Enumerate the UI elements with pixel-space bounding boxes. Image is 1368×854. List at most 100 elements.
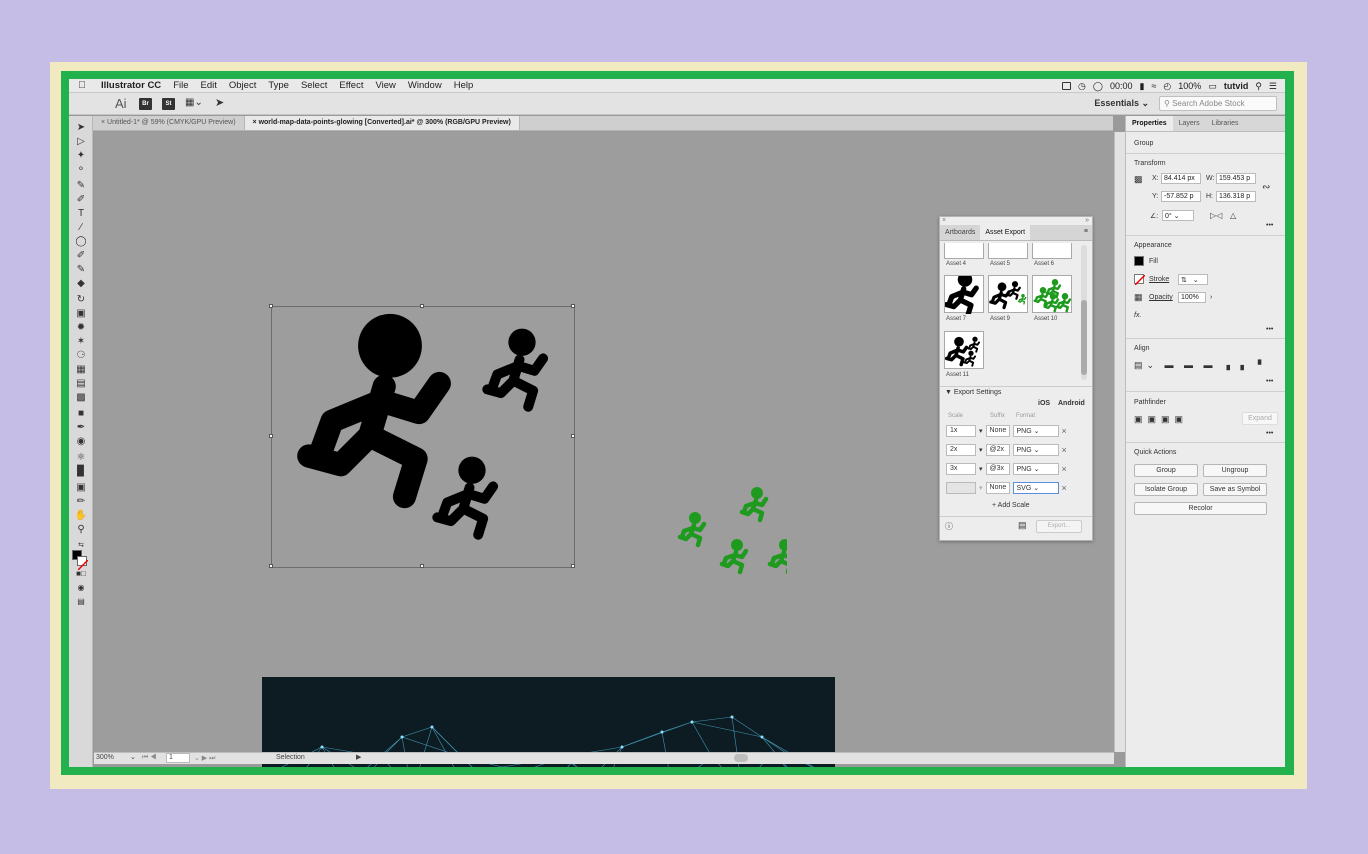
search-stock-field[interactable]: ⚲ Search Adobe Stock [1159,96,1277,111]
remove-row-icon[interactable]: × [1062,445,1067,455]
notification-icon[interactable]: ☰ [1269,81,1277,92]
workspace-switcher[interactable]: Essentials ⌄ [1094,98,1149,109]
remove-row-icon[interactable]: × [1062,464,1067,474]
canvas[interactable]: × » Artboards Asset Export ≡ Asset 4 Ass… [94,132,1114,767]
ellipse-tool-icon[interactable]: ◯ [73,236,89,248]
panel-close-icon[interactable]: × [942,217,946,224]
tab-artboards[interactable]: Artboards [940,225,980,240]
scale-field[interactable]: 3x [946,463,976,475]
menu-window[interactable]: Window [402,80,448,91]
bridge-icon[interactable]: Br [139,98,152,110]
rotate-tool-icon[interactable]: ↻ [73,294,89,306]
battery-icon[interactable]: ▭ [1208,81,1217,92]
next-artboard-icon[interactable]: ⌄ ▶ ⏭ [194,754,215,763]
pathfinder-buttons-icon[interactable]: ▣▣▣▣ [1134,414,1188,425]
scale-field[interactable]: 1x [946,425,976,437]
apple-icon[interactable]:  [69,80,95,91]
flip-vertical-icon[interactable]: △ [1230,211,1236,220]
vertical-scrollbar[interactable] [1114,132,1125,752]
save-as-symbol-button[interactable]: Save as Symbol [1203,483,1267,496]
export-button[interactable]: Export... [1036,520,1082,533]
clock-icon[interactable]: ◷ [1078,81,1086,92]
asset-scrollbar-thumb[interactable] [1081,300,1087,375]
mesh-tool-icon[interactable]: ▩ [73,392,89,404]
suffix-field[interactable]: None [985,482,1010,494]
tab-layers[interactable]: Layers [1173,116,1206,131]
column-graph-tool-icon[interactable]: ▉ [73,466,89,478]
remove-row-icon[interactable]: × [1062,483,1067,493]
tab-world-map[interactable]: × world-map-data-points-glowing [Convert… [244,116,520,130]
scale-dropdown-icon[interactable]: ▾ [979,484,983,492]
tab-untitled[interactable]: × Untitled-1* @ 59% (CMYK/GPU Preview) [93,116,245,130]
artboard-number[interactable]: 1 [166,753,190,763]
stock-icon[interactable]: St [162,98,175,110]
format-select[interactable]: PNG ⌄ [1012,463,1059,475]
asset-thumb-6[interactable] [1032,243,1072,259]
android-preset[interactable]: Android [1058,400,1085,407]
flip-horizontal-icon[interactable]: ▷◁ [1210,211,1222,220]
menu-type[interactable]: Type [262,80,295,91]
curvature-tool-icon[interactable]: ✐ [73,194,89,206]
gpu-rocket-icon[interactable]: ➤ [215,96,224,109]
slice-tool-icon[interactable]: ✏ [73,496,89,508]
suffix-field[interactable]: @3x [985,463,1010,475]
more-options-icon[interactable]: ••• [1266,222,1273,229]
align-buttons-icon[interactable]: ▤⌄ ▬ ▬ ▬ ▗ ▖ ▘ [1134,360,1269,371]
asset-thumb-5[interactable] [988,243,1028,259]
stroke-label[interactable]: Stroke [1149,276,1169,283]
export-for-screens-icon[interactable]: ▤ [1018,520,1027,531]
hand-tool-icon[interactable]: ✋ [73,510,89,522]
opacity-label[interactable]: Opacity [1149,294,1173,301]
remove-row-icon[interactable]: × [1062,426,1067,436]
asset-scrollbar[interactable] [1081,245,1087,380]
opacity-field[interactable]: 100% [1178,292,1206,303]
ungroup-button[interactable]: Ungroup [1203,464,1267,477]
live-paint-tool-icon[interactable]: ▦ [73,364,89,376]
magic-wand-tool-icon[interactable]: ✦ [73,150,89,162]
menu-app[interactable]: Illustrator CC [95,80,167,91]
lasso-tool-icon[interactable]: ⚬ [73,164,89,176]
tab-libraries[interactable]: Libraries [1206,116,1245,131]
asset-thumb-7[interactable] [944,275,984,313]
asset-thumb-4[interactable] [944,243,984,259]
horizontal-scrollbar-thumb[interactable] [734,754,748,762]
panel-menu-icon[interactable]: ≡ [1080,225,1092,240]
menu-file[interactable]: File [167,80,194,91]
info-icon[interactable]: ⓘ [945,521,953,532]
menu-effect[interactable]: Effect [333,80,369,91]
more-options-icon[interactable]: ••• [1266,430,1273,437]
type-tool-icon[interactable]: T [73,208,89,220]
zoom-level[interactable]: 300% [96,754,114,761]
wifi-icon[interactable]: ≈ [1151,81,1156,91]
arrange-documents-icon[interactable]: ▦⌄ [185,97,203,108]
w-field[interactable]: 159.453 p [1216,173,1256,184]
fill-color-swatch[interactable] [1134,256,1144,266]
line-tool-icon[interactable]: ∕ [73,222,89,234]
status-menu-icon[interactable]: ▶ [356,753,361,761]
format-select[interactable]: PNG ⌄ [1012,444,1059,456]
stroke-swatch[interactable] [77,556,89,571]
angle-field[interactable]: 0° ⌄ [1162,210,1194,221]
scale-tool-icon[interactable]: ▣ [73,308,89,320]
draw-mode-icon[interactable]: ◉ [73,582,89,594]
warp-tool-icon[interactable]: ✹ [73,322,89,334]
color-mode-icons[interactable]: ■□ [73,568,89,580]
menu-object[interactable]: Object [223,80,262,91]
opacity-arrow-icon[interactable]: › [1210,294,1212,301]
scale-dropdown-icon[interactable]: ▾ [979,427,983,435]
gradient-tool-icon[interactable]: ■ [73,408,89,420]
x-field[interactable]: 84.414 px [1161,173,1201,184]
group-button[interactable]: Group [1134,464,1198,477]
screen-icon[interactable] [1062,82,1072,90]
h-field[interactable]: 136.318 p [1216,191,1256,202]
eyedropper-tool-icon[interactable]: ✒ [73,422,89,434]
asset-thumb-10[interactable] [1032,275,1072,313]
suffix-field[interactable]: @2x [985,444,1010,456]
more-options-icon[interactable]: ••• [1266,378,1273,385]
tab-properties[interactable]: Properties [1126,116,1173,131]
menu-help[interactable]: Help [448,80,480,91]
asset-thumb-11[interactable] [944,331,984,369]
selection-tool-icon[interactable]: ➤ [73,122,89,134]
zoom-dropdown-icon[interactable]: ⌄ [130,753,136,761]
artboard-tool-icon[interactable]: ▣ [73,482,89,494]
